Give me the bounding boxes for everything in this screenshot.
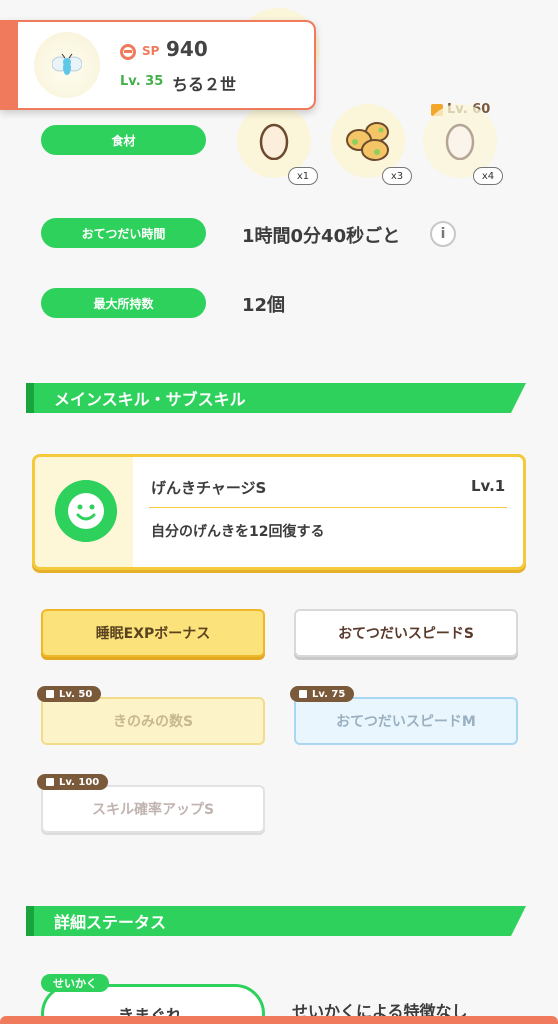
skills-section-header: メインスキル・サブスキル [26, 383, 526, 413]
pokemon-summary-card[interactable]: SP 940 Lv. 35 ちる２世 [0, 20, 316, 110]
subskill-label: おてつだいスピードS [338, 626, 474, 642]
pokemon-avatar [34, 32, 100, 98]
help-time-label: おてつだい時間 [41, 218, 206, 248]
sp-label: SP [142, 44, 160, 58]
butterfree-icon [52, 54, 82, 75]
subskill-label: スキル確率アップS [91, 802, 215, 818]
egg-icon [259, 123, 289, 160]
lock-icon [46, 690, 54, 698]
smile-icon [55, 480, 117, 542]
info-icon[interactable]: i [430, 221, 456, 247]
subskill-label: 睡眠EXPボーナス [95, 626, 211, 642]
pokemon-name: ちる２世 [172, 75, 237, 94]
egg-icon [445, 123, 475, 160]
unlock-level: Lv. 100 [59, 776, 100, 788]
unlock-level: Lv. 75 [312, 688, 346, 700]
unlock-level: Lv. 50 [59, 688, 93, 700]
max-carry-label: 最大所持数 [41, 288, 206, 318]
max-carry-value: 12個 [242, 295, 286, 316]
info-icon-glyph: i [440, 226, 446, 242]
skill-icon-panel [35, 457, 133, 567]
subskill-button-2[interactable]: おてつだいスピードS [294, 609, 518, 657]
subskill-button-3[interactable]: きのみの数S [41, 697, 265, 745]
lock-icon [46, 778, 54, 786]
ingredient-count-3: x4 [473, 167, 503, 185]
subskill-button-5[interactable]: スキル確率アップS [41, 785, 265, 833]
skill-divider [149, 507, 507, 508]
main-skill-level: Lv.1 [471, 477, 506, 495]
pokemon-level: Lv. 35 [120, 74, 164, 89]
unlock-level-tag: Lv. 75 [290, 686, 355, 702]
subskill-button-4[interactable]: おてつだいスピードM [294, 697, 518, 745]
unlock-level-tag: Lv. 50 [37, 686, 102, 702]
subskill-label: きのみの数S [112, 714, 194, 730]
sp-value: 940 [166, 37, 208, 61]
skills-section-title: メインスキル・サブスキル [54, 390, 246, 409]
ingredient-count-1: x1 [288, 167, 318, 185]
pokeball-icon [120, 44, 136, 60]
unlock-level-tag: Lv. 100 [37, 774, 109, 790]
nature-tag: せいかく [41, 974, 109, 992]
help-time-value: 1時間0分40秒ごと [242, 226, 401, 247]
subskill-button-1[interactable]: 睡眠EXPボーナス [41, 609, 265, 657]
main-skill-name: げんきチャージS [151, 479, 267, 497]
details-section-title: 詳細ステータス [54, 913, 167, 932]
potato-icon [346, 122, 389, 161]
details-section-header: 詳細ステータス [26, 906, 526, 936]
ingredients-label: 食材 [41, 125, 206, 155]
subskill-label: おてつだいスピードM [336, 714, 476, 730]
ingredient-count-2: x3 [382, 167, 412, 185]
main-skill-description: 自分のげんきを12回復する [151, 524, 325, 540]
main-skill-card[interactable]: げんきチャージS Lv.1 自分のげんきを12回復する [32, 454, 526, 570]
lock-icon [299, 690, 307, 698]
bottom-panel-edge [0, 1016, 558, 1024]
